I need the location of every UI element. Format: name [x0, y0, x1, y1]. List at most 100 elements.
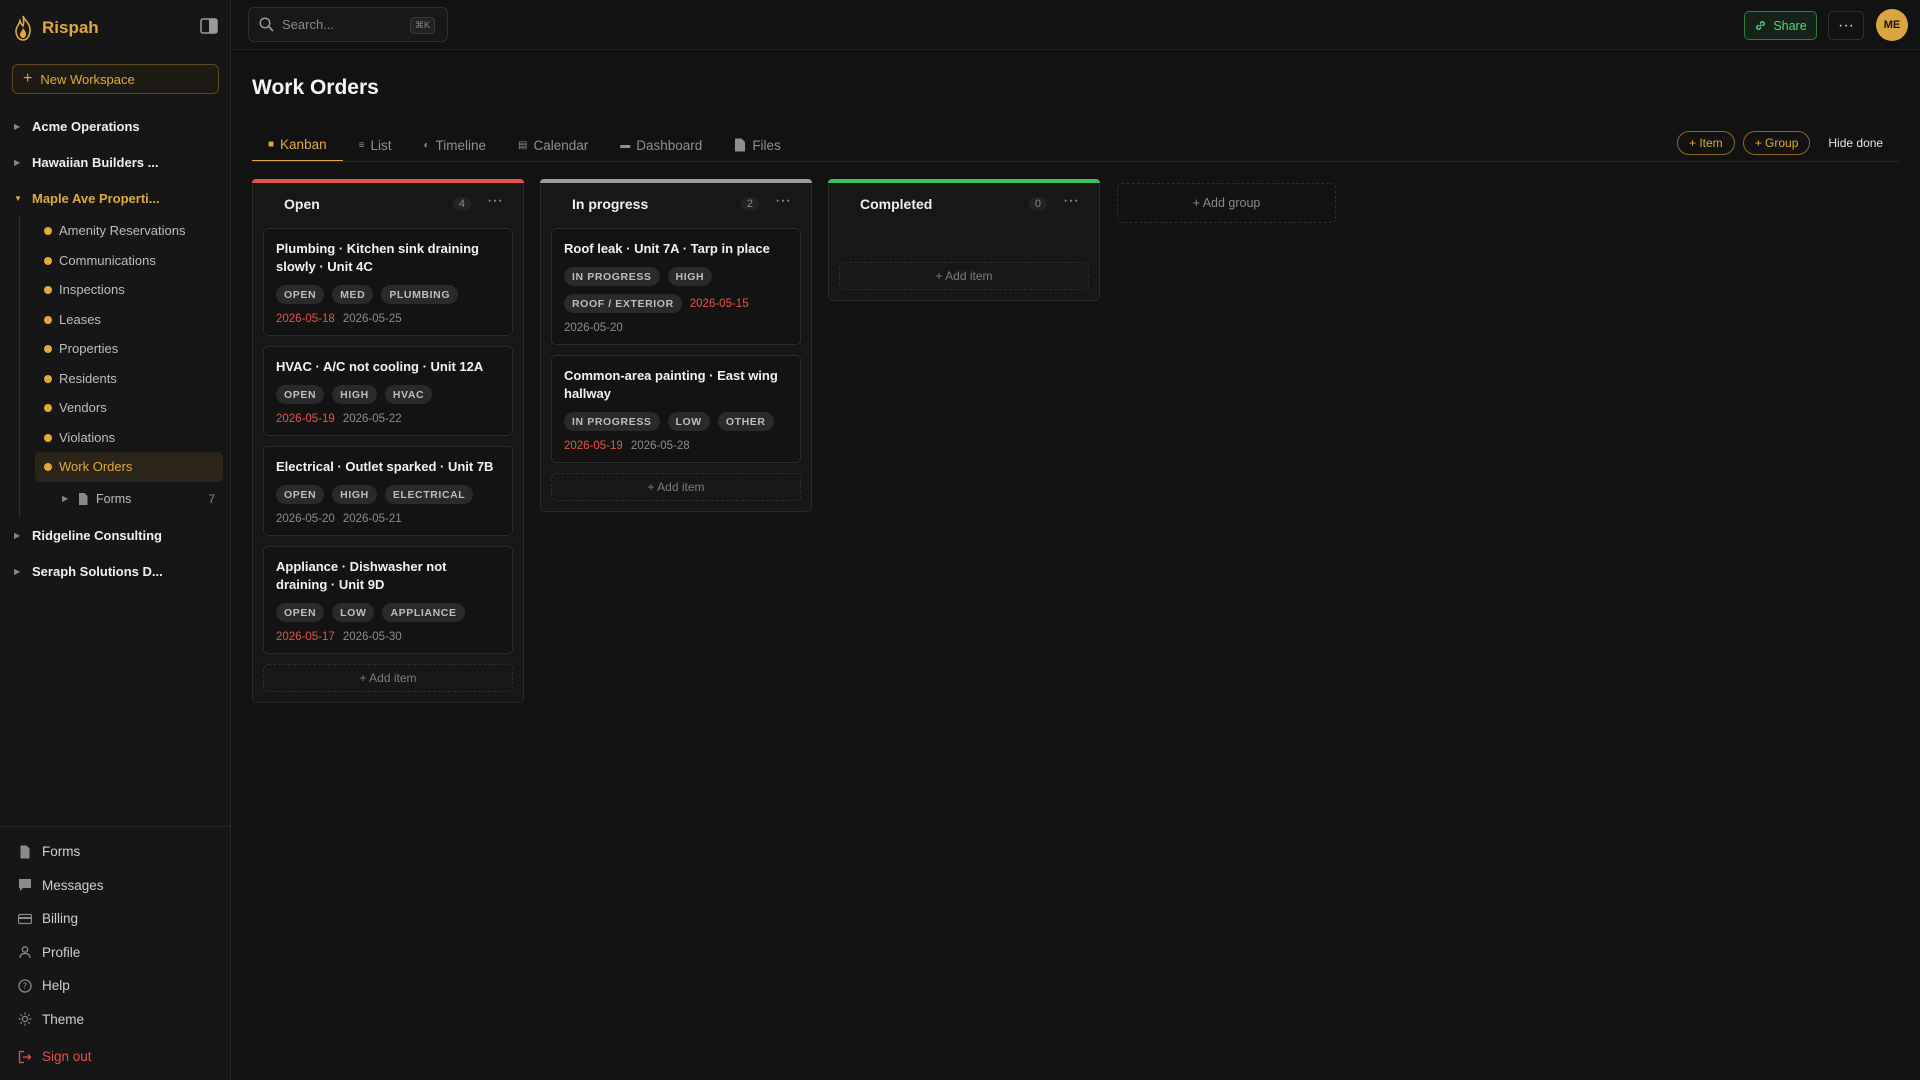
empty-column-space — [829, 228, 1099, 258]
sign-out-button[interactable]: Sign out — [0, 1040, 231, 1074]
add-item-button[interactable]: + Item — [1677, 131, 1735, 155]
sidebar-item-amenity-reservations[interactable]: Amenity Reservations — [35, 216, 223, 246]
flame-logo-icon — [15, 15, 31, 41]
column-header: In progress 2 ··· — [541, 180, 811, 228]
more-options-button[interactable]: ··· — [1828, 11, 1864, 40]
workspace-label: Maple Ave Properti... — [32, 190, 160, 206]
dot-icon — [44, 227, 52, 235]
card-title: Plumbing · Kitchen sink draining slowly … — [276, 241, 479, 274]
avatar[interactable]: ME — [1876, 9, 1908, 41]
sidebar-item-work-orders[interactable]: Work Orders — [35, 452, 223, 482]
add-group-button[interactable]: + Group — [1742, 131, 1811, 155]
footer-label: Theme — [42, 1011, 85, 1027]
footer-profile[interactable]: Profile — [0, 936, 231, 970]
workspace-label: Hawaiian Builders ... — [32, 154, 159, 170]
timeline-icon: ◐ — [423, 139, 430, 151]
dot-icon — [44, 256, 52, 265]
sidebar-folder-forms[interactable]: ▶ Forms 7 — [40, 482, 223, 516]
sidebar-footer: Forms Messages Billing Profile ? Help Th… — [0, 826, 231, 1074]
card[interactable]: Appliance · Dishwasher not draining · Un… — [263, 546, 513, 654]
sidebar-item-residents[interactable]: Residents — [35, 364, 223, 394]
folder-count: 7 — [208, 491, 215, 506]
card-tags: IN PROGRESS HIGH ROOF / EXTERIOR 2026-05… — [564, 267, 788, 313]
sidebar-item-inspections[interactable]: Inspections — [35, 275, 223, 305]
secondary-date: 2026-05-20 — [564, 322, 623, 334]
workspace-ridgeline-consulting[interactable]: ▶ Ridgeline Consulting — [0, 518, 231, 554]
column-menu-icon[interactable]: ··· — [487, 192, 503, 210]
sidebar-item-violations[interactable]: Violations — [35, 423, 223, 453]
add-item-button[interactable]: + Add item — [839, 262, 1089, 290]
add-item-button[interactable]: + Add item — [551, 473, 801, 501]
secondary-date: 2026-05-30 — [342, 631, 402, 643]
search-placeholder: Search... — [282, 17, 335, 32]
add-item-button[interactable]: + Add item — [263, 664, 513, 692]
column-title: Open — [284, 196, 320, 212]
footer-help[interactable]: ? Help — [0, 969, 231, 1003]
brand[interactable]: Rispah — [12, 14, 99, 42]
workspace-maple-ave-properties[interactable]: ▼ Maple Ave Properti... — [0, 180, 231, 216]
card[interactable]: Electrical · Outlet sparked · Unit 7B OP… — [263, 446, 513, 536]
dot-icon — [44, 404, 52, 412]
workspace-label: Ridgeline Consulting — [32, 528, 162, 543]
card[interactable]: Plumbing · Kitchen sink draining slowly … — [263, 228, 513, 336]
card-tags: OPEN MED PLUMBING — [276, 285, 500, 304]
add-group-button[interactable]: + Add group — [1117, 183, 1336, 223]
status-tag: OPEN — [276, 603, 325, 622]
sidebar-item-label: Inspections — [59, 282, 125, 298]
workspace-hawaiian-builders[interactable]: ▶ Hawaiian Builders ... — [0, 144, 231, 180]
new-workspace-label: New Workspace — [40, 71, 135, 87]
card-title: Appliance · Dishwasher not draining · Un… — [276, 559, 447, 592]
column-count: 4 — [452, 197, 471, 211]
card-dates: 2026-05-20 — [564, 322, 788, 334]
chat-bubble-icon — [19, 879, 31, 892]
footer-label: Messages — [42, 877, 104, 893]
svg-text:?: ? — [23, 982, 28, 992]
footer-theme[interactable]: Theme — [0, 1003, 231, 1037]
tab-dashboard[interactable]: ▬ Dashboard — [604, 128, 718, 162]
card[interactable]: Roof leak · Unit 7A · Tarp in place IN P… — [551, 228, 801, 345]
card-tags: IN PROGRESS LOW OTHER — [564, 412, 788, 431]
sidebar-item-label: Properties — [59, 341, 119, 357]
brand-name: Rispah — [42, 18, 99, 37]
credit-card-icon — [18, 913, 32, 924]
column-in-progress: In progress 2 ··· Roof leak · Unit 7A · … — [540, 179, 812, 512]
tab-calendar[interactable]: ▤ Calendar — [502, 128, 604, 162]
tab-timeline[interactable]: ◐ Timeline — [407, 128, 502, 162]
sidebar-toggle-icon[interactable] — [200, 18, 218, 34]
card-tags: OPEN LOW APPLIANCE — [276, 603, 500, 622]
secondary-date: 2026-05-28 — [630, 440, 690, 452]
search-input[interactable]: Search... ⌘K — [248, 7, 448, 42]
footer-billing[interactable]: Billing — [0, 902, 231, 936]
tab-label: Timeline — [435, 137, 487, 153]
sidebar-item-label: Residents — [59, 370, 117, 386]
workspace-label: Seraph Solutions D... — [32, 564, 163, 579]
tab-kanban[interactable]: ■ Kanban — [252, 128, 343, 162]
hide-done-button[interactable]: Hide done — [1818, 131, 1893, 155]
column-count: 0 — [1028, 197, 1047, 211]
priority-tag: HIGH — [332, 485, 377, 504]
footer-messages[interactable]: Messages — [0, 869, 231, 903]
new-workspace-button[interactable]: + New Workspace — [12, 64, 219, 94]
dot-icon — [44, 315, 52, 324]
sidebar-item-communications[interactable]: Communications — [35, 246, 223, 276]
workspace-seraph-solutions[interactable]: ▶ Seraph Solutions D... — [0, 554, 231, 590]
footer-forms[interactable]: Forms — [0, 835, 231, 869]
category-tag: PLUMBING — [381, 285, 459, 304]
workspace-acme-operations[interactable]: ▶ Acme Operations — [0, 108, 231, 144]
sidebar-item-leases[interactable]: Leases — [35, 305, 223, 335]
sidebar-item-label: Violations — [59, 429, 116, 445]
status-tag: OPEN — [276, 285, 325, 304]
tab-label: Files — [752, 137, 781, 153]
tab-files[interactable]: Files — [718, 128, 797, 162]
priority-tag: LOW — [667, 412, 710, 431]
status-tag: OPEN — [276, 385, 325, 404]
column-menu-icon[interactable]: ··· — [775, 192, 791, 210]
tab-list[interactable]: ≡ List — [343, 128, 408, 162]
card[interactable]: HVAC · A/C not cooling · Unit 12A OPEN H… — [263, 346, 513, 436]
sidebar-item-properties[interactable]: Properties — [35, 334, 223, 364]
card[interactable]: Common-area painting · East wing hallway… — [551, 355, 801, 463]
sidebar-item-vendors[interactable]: Vendors — [35, 393, 223, 423]
share-button[interactable]: Share — [1744, 11, 1817, 40]
card-dates: 2026-05-19 2026-05-22 — [276, 413, 500, 425]
column-menu-icon[interactable]: ··· — [1063, 192, 1079, 210]
